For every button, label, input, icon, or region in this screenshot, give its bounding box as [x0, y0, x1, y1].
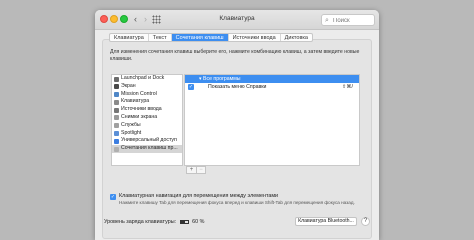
keyboard-icon: [114, 99, 119, 105]
category-label: Launchpad и Dock: [121, 75, 165, 81]
mission-control-icon: [114, 92, 119, 98]
keyboard-nav-checkbox[interactable]: ✓: [110, 193, 116, 200]
tab-text[interactable]: Текст: [149, 34, 172, 41]
tab-bar: Клавиатура Текст Сочетания клавиш Источн…: [109, 33, 313, 42]
category-item[interactable]: Снимки экрана: [112, 114, 182, 122]
input-sources-icon: [114, 107, 119, 113]
tab-input-sources[interactable]: Источники ввода: [229, 34, 281, 41]
add-remove-control: + −: [186, 166, 206, 174]
search-input[interactable]: [333, 16, 373, 25]
category-list[interactable]: Launchpad и Dock Экран Mission Control К…: [111, 74, 183, 166]
category-item[interactable]: Службы: [112, 122, 182, 130]
category-label: Универсальный доступ: [121, 137, 177, 144]
category-label: Службы: [121, 121, 141, 128]
battery-fill: [180, 220, 185, 223]
category-item[interactable]: Mission Control: [112, 91, 182, 99]
screenshot-icon: [114, 115, 119, 121]
category-label: Снимки экрана: [121, 113, 158, 120]
battery-level: Уровень заряда клавиатуры: 60 %: [104, 218, 204, 226]
category-label: Spotlight: [121, 129, 142, 136]
category-label: Сочетания клавиш пр...: [121, 145, 178, 152]
shortcut-key[interactable]: ⇧⌘/: [342, 83, 353, 91]
remove-button[interactable]: −: [196, 167, 205, 173]
shortcut-list[interactable]: ▾ Все программы ✓ Показать меню Справки …: [184, 74, 360, 166]
shortcut-checkbox[interactable]: ✓: [188, 84, 194, 90]
tab-shortcuts[interactable]: Сочетания клавиш: [171, 34, 229, 41]
tab-keyboard[interactable]: Клавиатура: [110, 34, 149, 41]
shortcut-group-all-apps[interactable]: ▾ Все программы: [185, 75, 359, 83]
shortcut-label: ▾ Все программы: [199, 76, 241, 82]
category-label: Mission Control: [121, 90, 157, 97]
add-button[interactable]: +: [187, 167, 196, 173]
shortcut-row[interactable]: ✓ Показать меню Справки ⇧⌘/: [185, 83, 359, 91]
bluetooth-keyboard-button[interactable]: Клавиатура Bluetooth...: [295, 217, 357, 226]
battery-label: Уровень заряда клавиатуры:: [104, 219, 177, 225]
display-icon: [114, 84, 119, 90]
battery-icon: [179, 219, 189, 224]
help-button[interactable]: ?: [361, 217, 370, 226]
keyboard-nav-label: Клавиатурная навигация для перемещения м…: [119, 193, 279, 199]
category-label: Экран: [121, 82, 136, 89]
services-icon: [114, 123, 119, 129]
category-item[interactable]: Launchpad и Dock: [112, 75, 182, 83]
description-text: Для изменения сочетания клавиш выберите …: [110, 49, 360, 62]
battery-percent: 60 %: [192, 219, 205, 225]
spotlight-icon: [114, 131, 119, 137]
accessibility-icon: [114, 138, 119, 144]
launchpad-icon: [114, 76, 119, 82]
tab-dictation[interactable]: Диктовка: [281, 34, 312, 41]
title-bar: ‹ › Клавиатура ⌕: [95, 10, 379, 30]
category-label: Источники ввода: [121, 106, 162, 113]
category-item[interactable]: Универсальный доступ: [112, 137, 182, 145]
keyboard-nav-note: Нажмите клавишу Tab для перемещения фоку…: [119, 200, 355, 205]
category-item[interactable]: Spotlight: [112, 130, 182, 138]
search-field[interactable]: ⌕: [321, 14, 375, 26]
app-shortcuts-icon: [114, 146, 119, 152]
category-label: Клавиатура: [121, 98, 150, 105]
search-icon: ⌕: [325, 17, 329, 24]
category-item-app-shortcuts[interactable]: Сочетания клавиш пр...: [112, 145, 182, 153]
category-item[interactable]: Источники ввода: [112, 106, 182, 114]
shortcut-label: Показать меню Справки: [208, 84, 267, 90]
category-item[interactable]: Клавиатура: [112, 98, 182, 106]
keyboard-preferences-window: ‹ › Клавиатура ⌕ Клавиатура Текст Сочета…: [95, 10, 379, 240]
category-item[interactable]: Экран: [112, 83, 182, 91]
